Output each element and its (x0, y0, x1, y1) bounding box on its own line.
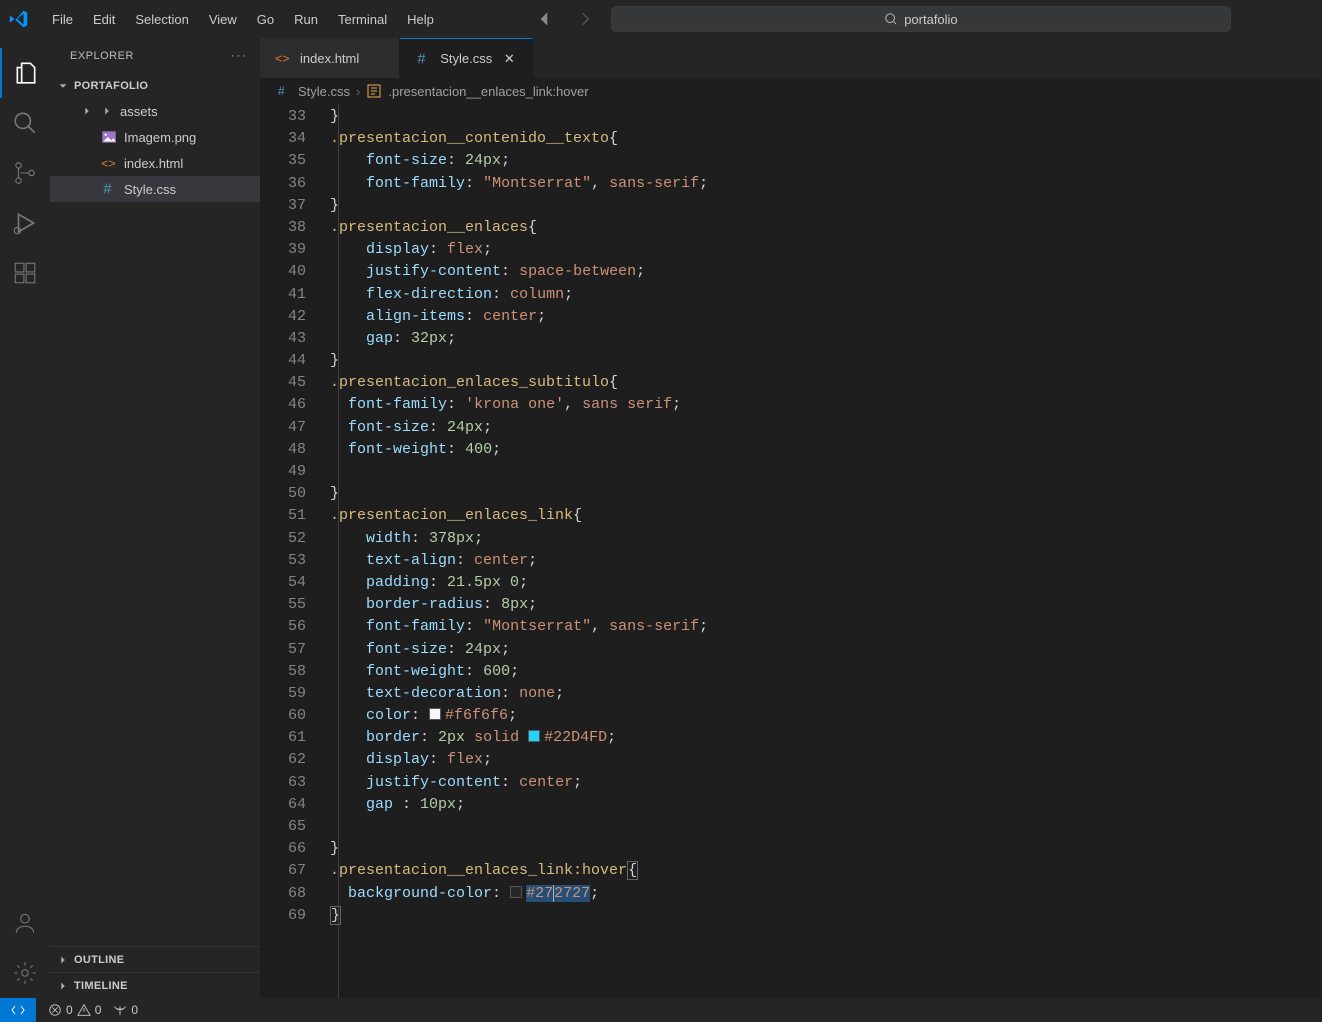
tree-item-Style.css[interactable]: #Style.css (50, 176, 260, 202)
errors-count: 0 (66, 1003, 73, 1017)
folder-root[interactable]: PORTAFOLIO (50, 74, 260, 98)
folder-label: PORTAFOLIO (74, 80, 148, 92)
code-editor[interactable]: 3334353637383940414243444546474849505152… (260, 104, 1322, 998)
remote-button[interactable] (0, 998, 36, 1022)
activity-extensions[interactable] (0, 248, 50, 298)
tree-item-assets[interactable]: assets (50, 98, 260, 124)
section-label: OUTLINE (74, 954, 124, 966)
nav-back-icon[interactable] (531, 5, 559, 33)
menu-go[interactable]: Go (247, 8, 284, 31)
chevron-down-icon (56, 79, 70, 93)
close-icon[interactable]: ✕ (500, 50, 518, 68)
svg-text:<>: <> (101, 157, 115, 171)
section-label: TIMELINE (74, 980, 128, 992)
timeline-section[interactable]: TIMELINE (50, 972, 260, 998)
menu-run[interactable]: Run (284, 8, 328, 31)
menu-selection[interactable]: Selection (125, 8, 198, 31)
editor-tabs: <>index.html✕#Style.css✕ (260, 38, 1322, 78)
warnings-count: 0 (95, 1003, 102, 1017)
breadcrumb-file: Style.css (298, 84, 350, 99)
svg-text:<>: <> (275, 52, 289, 66)
sidebar-title: EXPLORER (70, 50, 134, 62)
breadcrumb[interactable]: # Style.css › .presentacion__enlaces_lin… (260, 78, 1322, 104)
svg-text:#: # (278, 84, 285, 98)
nav-forward-icon (571, 5, 599, 33)
breadcrumb-symbol: .presentacion__enlaces_link:hover (388, 84, 588, 99)
activity-explorer[interactable] (0, 48, 50, 98)
ports-count: 0 (131, 1003, 138, 1017)
chevron-right-icon (56, 979, 70, 993)
tab-Style.css[interactable]: #Style.css✕ (400, 38, 533, 78)
menu-edit[interactable]: Edit (83, 8, 125, 31)
tree-item-Imagem.png[interactable]: Imagem.png (50, 124, 260, 150)
css-file-icon: # (276, 83, 292, 99)
activity-search[interactable] (0, 98, 50, 148)
errors-status[interactable]: 0 0 (42, 1003, 107, 1017)
activity-debug[interactable] (0, 198, 50, 248)
vscode-logo-icon (8, 8, 30, 30)
command-center-search[interactable]: portafolio (611, 6, 1231, 32)
search-text: portafolio (904, 12, 957, 27)
outline-section[interactable]: OUTLINE (50, 946, 260, 972)
activity-account[interactable] (0, 898, 50, 948)
error-icon (48, 1003, 62, 1017)
activity-scm[interactable] (0, 148, 50, 198)
menu-view[interactable]: View (199, 8, 247, 31)
activity-settings[interactable] (0, 948, 50, 998)
menu-terminal[interactable]: Terminal (328, 8, 397, 31)
chevron-right-icon (56, 953, 70, 967)
symbol-icon (366, 83, 382, 99)
more-icon[interactable]: ··· (231, 50, 248, 62)
status-bar: 0 0 0 (0, 998, 1322, 1022)
tab-index.html[interactable]: <>index.html✕ (260, 38, 400, 78)
ports-status[interactable]: 0 (107, 1003, 144, 1017)
antenna-icon (113, 1003, 127, 1017)
search-icon (884, 12, 898, 26)
sidebar: EXPLORER ··· PORTAFOLIO assetsImagem.png… (50, 38, 260, 998)
tree-item-index.html[interactable]: <>index.html (50, 150, 260, 176)
svg-text:#: # (103, 182, 112, 198)
warning-icon (77, 1003, 91, 1017)
menu-help[interactable]: Help (397, 8, 444, 31)
svg-text:#: # (418, 51, 427, 67)
activity-bar (0, 38, 50, 998)
menu-file[interactable]: File (42, 8, 83, 31)
